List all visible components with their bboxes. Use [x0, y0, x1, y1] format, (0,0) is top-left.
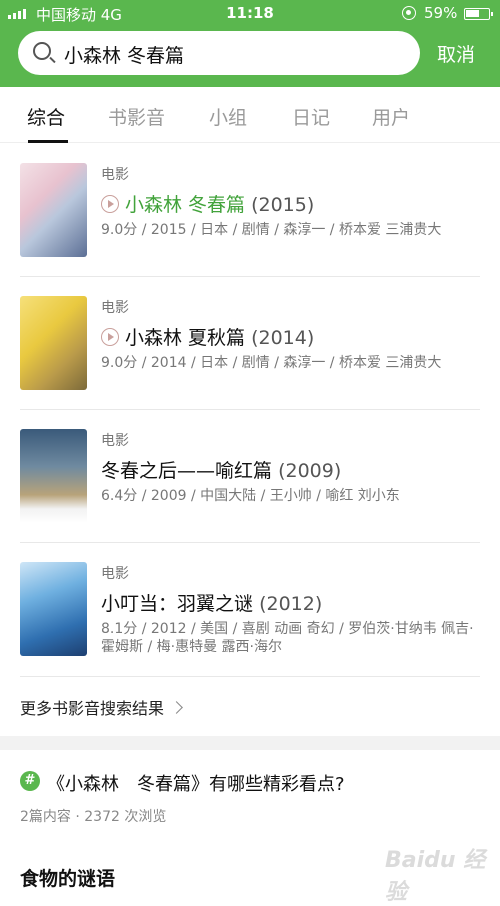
- divider: [20, 676, 480, 677]
- more-results-link[interactable]: 更多书影音搜索结果: [20, 695, 183, 719]
- divider: [20, 276, 480, 277]
- result-category: 电影: [101, 167, 129, 183]
- movie-poster: [20, 296, 87, 390]
- active-tab-indicator: [28, 140, 68, 143]
- section-title[interactable]: 食物的谜语: [20, 864, 115, 891]
- chevron-right-icon: [170, 701, 183, 714]
- result-title: 小森林 冬春篇 (2015): [101, 190, 314, 217]
- result-title: 冬春之后——喻红篇 (2009): [101, 460, 342, 482]
- section-gap: [0, 736, 500, 750]
- battery-percent: 59%: [424, 4, 458, 22]
- divider: [20, 409, 480, 410]
- result-category: 电影: [101, 566, 129, 582]
- watermark: Baidu 经验: [385, 848, 486, 905]
- movie-poster: [20, 562, 87, 656]
- result-meta: 8.1分 / 2012 / 美国 / 喜剧 动画 奇幻 / 罗伯茨·甘纳韦 佩吉…: [101, 621, 474, 655]
- search-input[interactable]: 小森林 冬春篇: [18, 31, 420, 75]
- play-icon: [101, 328, 119, 346]
- tab-groups[interactable]: 小组: [209, 103, 247, 130]
- result-meta: 9.0分 / 2015 / 日本 / 剧情 / 森淳一 / 桥本爱 三浦贵大: [101, 222, 442, 238]
- result-title: 小叮当：羽翼之谜 (2012): [101, 593, 323, 615]
- search-query: 小森林 冬春篇: [64, 45, 185, 67]
- result-category: 电影: [101, 433, 129, 449]
- rotation-lock-icon: [402, 6, 416, 20]
- cancel-button[interactable]: 取消: [437, 40, 475, 67]
- result-title: 小森林 夏秋篇 (2014): [101, 323, 314, 350]
- status-bar: 中国移动 4G 11:18 59%: [0, 0, 500, 28]
- play-icon: [101, 195, 119, 213]
- result-meta: 6.4分 / 2009 / 中国大陆 / 王小帅 / 喻红 刘小东: [101, 488, 400, 504]
- divider: [20, 542, 480, 543]
- movie-poster: [20, 163, 87, 257]
- top-bar: 中国移动 4G 11:18 59% 小森林 冬春篇 取消: [0, 0, 500, 87]
- battery-icon: [464, 8, 493, 20]
- search-icon: [33, 42, 51, 60]
- result-meta: 9.0分 / 2014 / 日本 / 剧情 / 森淳一 / 桥本爱 三浦贵大: [101, 355, 442, 371]
- tab-all[interactable]: 综合: [27, 103, 65, 130]
- tab-books-movies-music[interactable]: 书影音: [108, 103, 165, 130]
- tab-bar: 综合 书影音 小组 日记 用户: [0, 87, 500, 143]
- movie-poster: [20, 429, 87, 523]
- result-category: 电影: [101, 300, 129, 316]
- topic-meta: 2篇内容 · 2372 次浏览: [20, 809, 167, 825]
- tab-users[interactable]: 用户: [372, 103, 410, 130]
- topic-title[interactable]: 《小森林 冬春篇》有哪些精彩看点?: [47, 770, 345, 796]
- tab-diary[interactable]: 日记: [292, 103, 330, 130]
- topic-hashtag-icon: #: [20, 771, 40, 791]
